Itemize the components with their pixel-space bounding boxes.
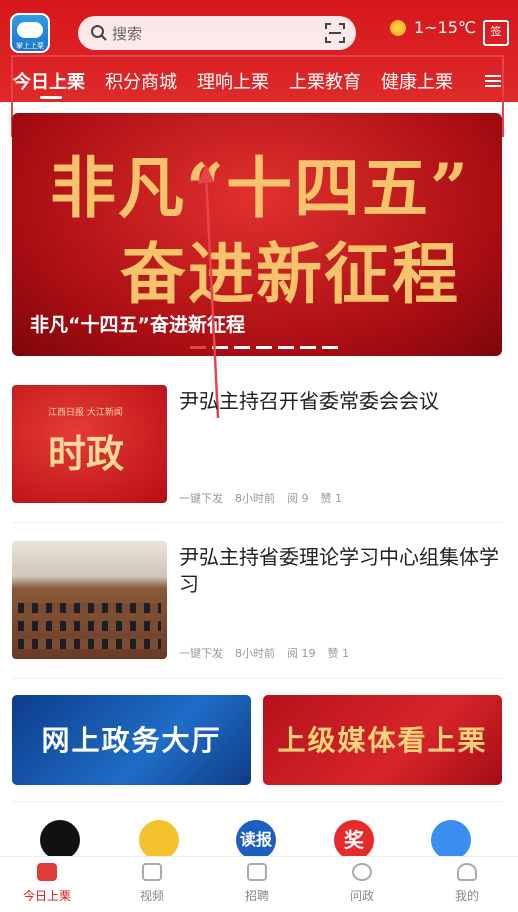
nav-me[interactable]: 我的 bbox=[432, 863, 502, 904]
gov-service-hall-card[interactable]: 网上政务大厅 bbox=[12, 695, 251, 785]
award-icon[interactable]: 奖 bbox=[334, 820, 374, 860]
nav-video[interactable]: 视频 bbox=[117, 863, 187, 904]
news-thumbnail: 江西日报 大江新闻 时政 bbox=[12, 385, 167, 503]
nav-label: 招聘 bbox=[244, 889, 269, 903]
divider bbox=[12, 522, 502, 523]
news-meta: 一键下发 8小时前 阅 9 赞 1 bbox=[179, 490, 342, 506]
media-view-card[interactable]: 上级媒体看上栗 bbox=[263, 695, 502, 785]
card-label: 上级媒体看上栗 bbox=[277, 724, 488, 757]
dubao-icon[interactable]: 读报 bbox=[236, 820, 276, 860]
news-likes: 赞 1 bbox=[320, 492, 343, 505]
annotation-arrow bbox=[198, 164, 220, 419]
news-title[interactable]: 尹弘主持召开省委常委会会议 bbox=[179, 388, 499, 415]
news-item[interactable]: 江西日报 大江新闻 时政 尹弘主持召开省委常委会会议 一键下发 8小时前 阅 9… bbox=[12, 385, 506, 505]
card-label: 网上政务大厅 bbox=[41, 724, 222, 757]
divider bbox=[12, 801, 502, 802]
banner-headline-1: 非凡“十四五” bbox=[50, 149, 470, 227]
calendar-signin-icon[interactable]: 签 bbox=[483, 20, 509, 46]
thumb-title-text: 时政 bbox=[48, 431, 125, 476]
news-meta: 一键下发 8小时前 阅 19 赞 1 bbox=[179, 645, 349, 661]
today-news-icon bbox=[37, 863, 57, 881]
house-icon bbox=[247, 863, 267, 881]
weather-widget[interactable]: 1~15℃ bbox=[390, 18, 476, 37]
search-icon bbox=[91, 25, 107, 41]
clover-icon[interactable] bbox=[431, 820, 471, 860]
weather-sun-icon bbox=[390, 19, 406, 36]
search-placeholder: 搜索 bbox=[112, 25, 143, 43]
scan-icon[interactable] bbox=[324, 22, 346, 44]
news-time: 8小时前 bbox=[235, 492, 275, 505]
weather-temp: 1~15℃ bbox=[414, 18, 476, 37]
nav-label: 问政 bbox=[349, 889, 374, 903]
news-title[interactable]: 尹弘主持省委理论学习中心组集体学习 bbox=[179, 544, 499, 598]
logo-text: 掌上上栗 bbox=[16, 42, 44, 50]
news-item[interactable]: 尹弘主持省委理论学习中心组集体学习 一键下发 8小时前 阅 19 赞 1 bbox=[12, 541, 506, 661]
news-likes: 赞 1 bbox=[327, 647, 350, 660]
news-source: 一键下发 bbox=[179, 492, 223, 505]
thumb-source-text: 江西日报 大江新闻 bbox=[48, 408, 123, 418]
divider bbox=[12, 678, 502, 679]
banner-headline-2: 奋进新征程 bbox=[120, 235, 460, 313]
news-time: 8小时前 bbox=[235, 647, 275, 660]
tiktok-icon[interactable] bbox=[40, 820, 80, 860]
cloud-icon bbox=[17, 22, 43, 38]
nav-label: 视频 bbox=[139, 889, 164, 903]
nav-label: 今日上栗 bbox=[22, 889, 71, 903]
nav-inquiry[interactable]: 问政 bbox=[327, 863, 397, 904]
nav-today[interactable]: 今日上栗 bbox=[12, 863, 82, 904]
quick-icons-row: 读报 奖 bbox=[0, 820, 518, 860]
nav-jobs[interactable]: 招聘 bbox=[222, 863, 292, 904]
heart-icon bbox=[352, 863, 372, 881]
news-reads: 阅 19 bbox=[287, 647, 316, 660]
news-thumbnail-meeting bbox=[12, 541, 167, 659]
news-reads: 阅 9 bbox=[287, 492, 309, 505]
search-bar[interactable]: 搜索 bbox=[78, 16, 356, 50]
bottom-nav: 今日上栗 视频 招聘 问政 我的 bbox=[0, 856, 518, 912]
weibo-icon[interactable] bbox=[139, 820, 179, 860]
hero-banner[interactable]: 非凡“十四五” 奋进新征程 非凡“十四五”奋进新征程 bbox=[12, 113, 502, 356]
app-logo[interactable]: 掌上上栗 bbox=[10, 13, 50, 53]
video-icon bbox=[142, 863, 162, 881]
news-source: 一键下发 bbox=[179, 647, 223, 660]
nav-label: 我的 bbox=[454, 889, 479, 903]
user-icon bbox=[457, 863, 477, 881]
